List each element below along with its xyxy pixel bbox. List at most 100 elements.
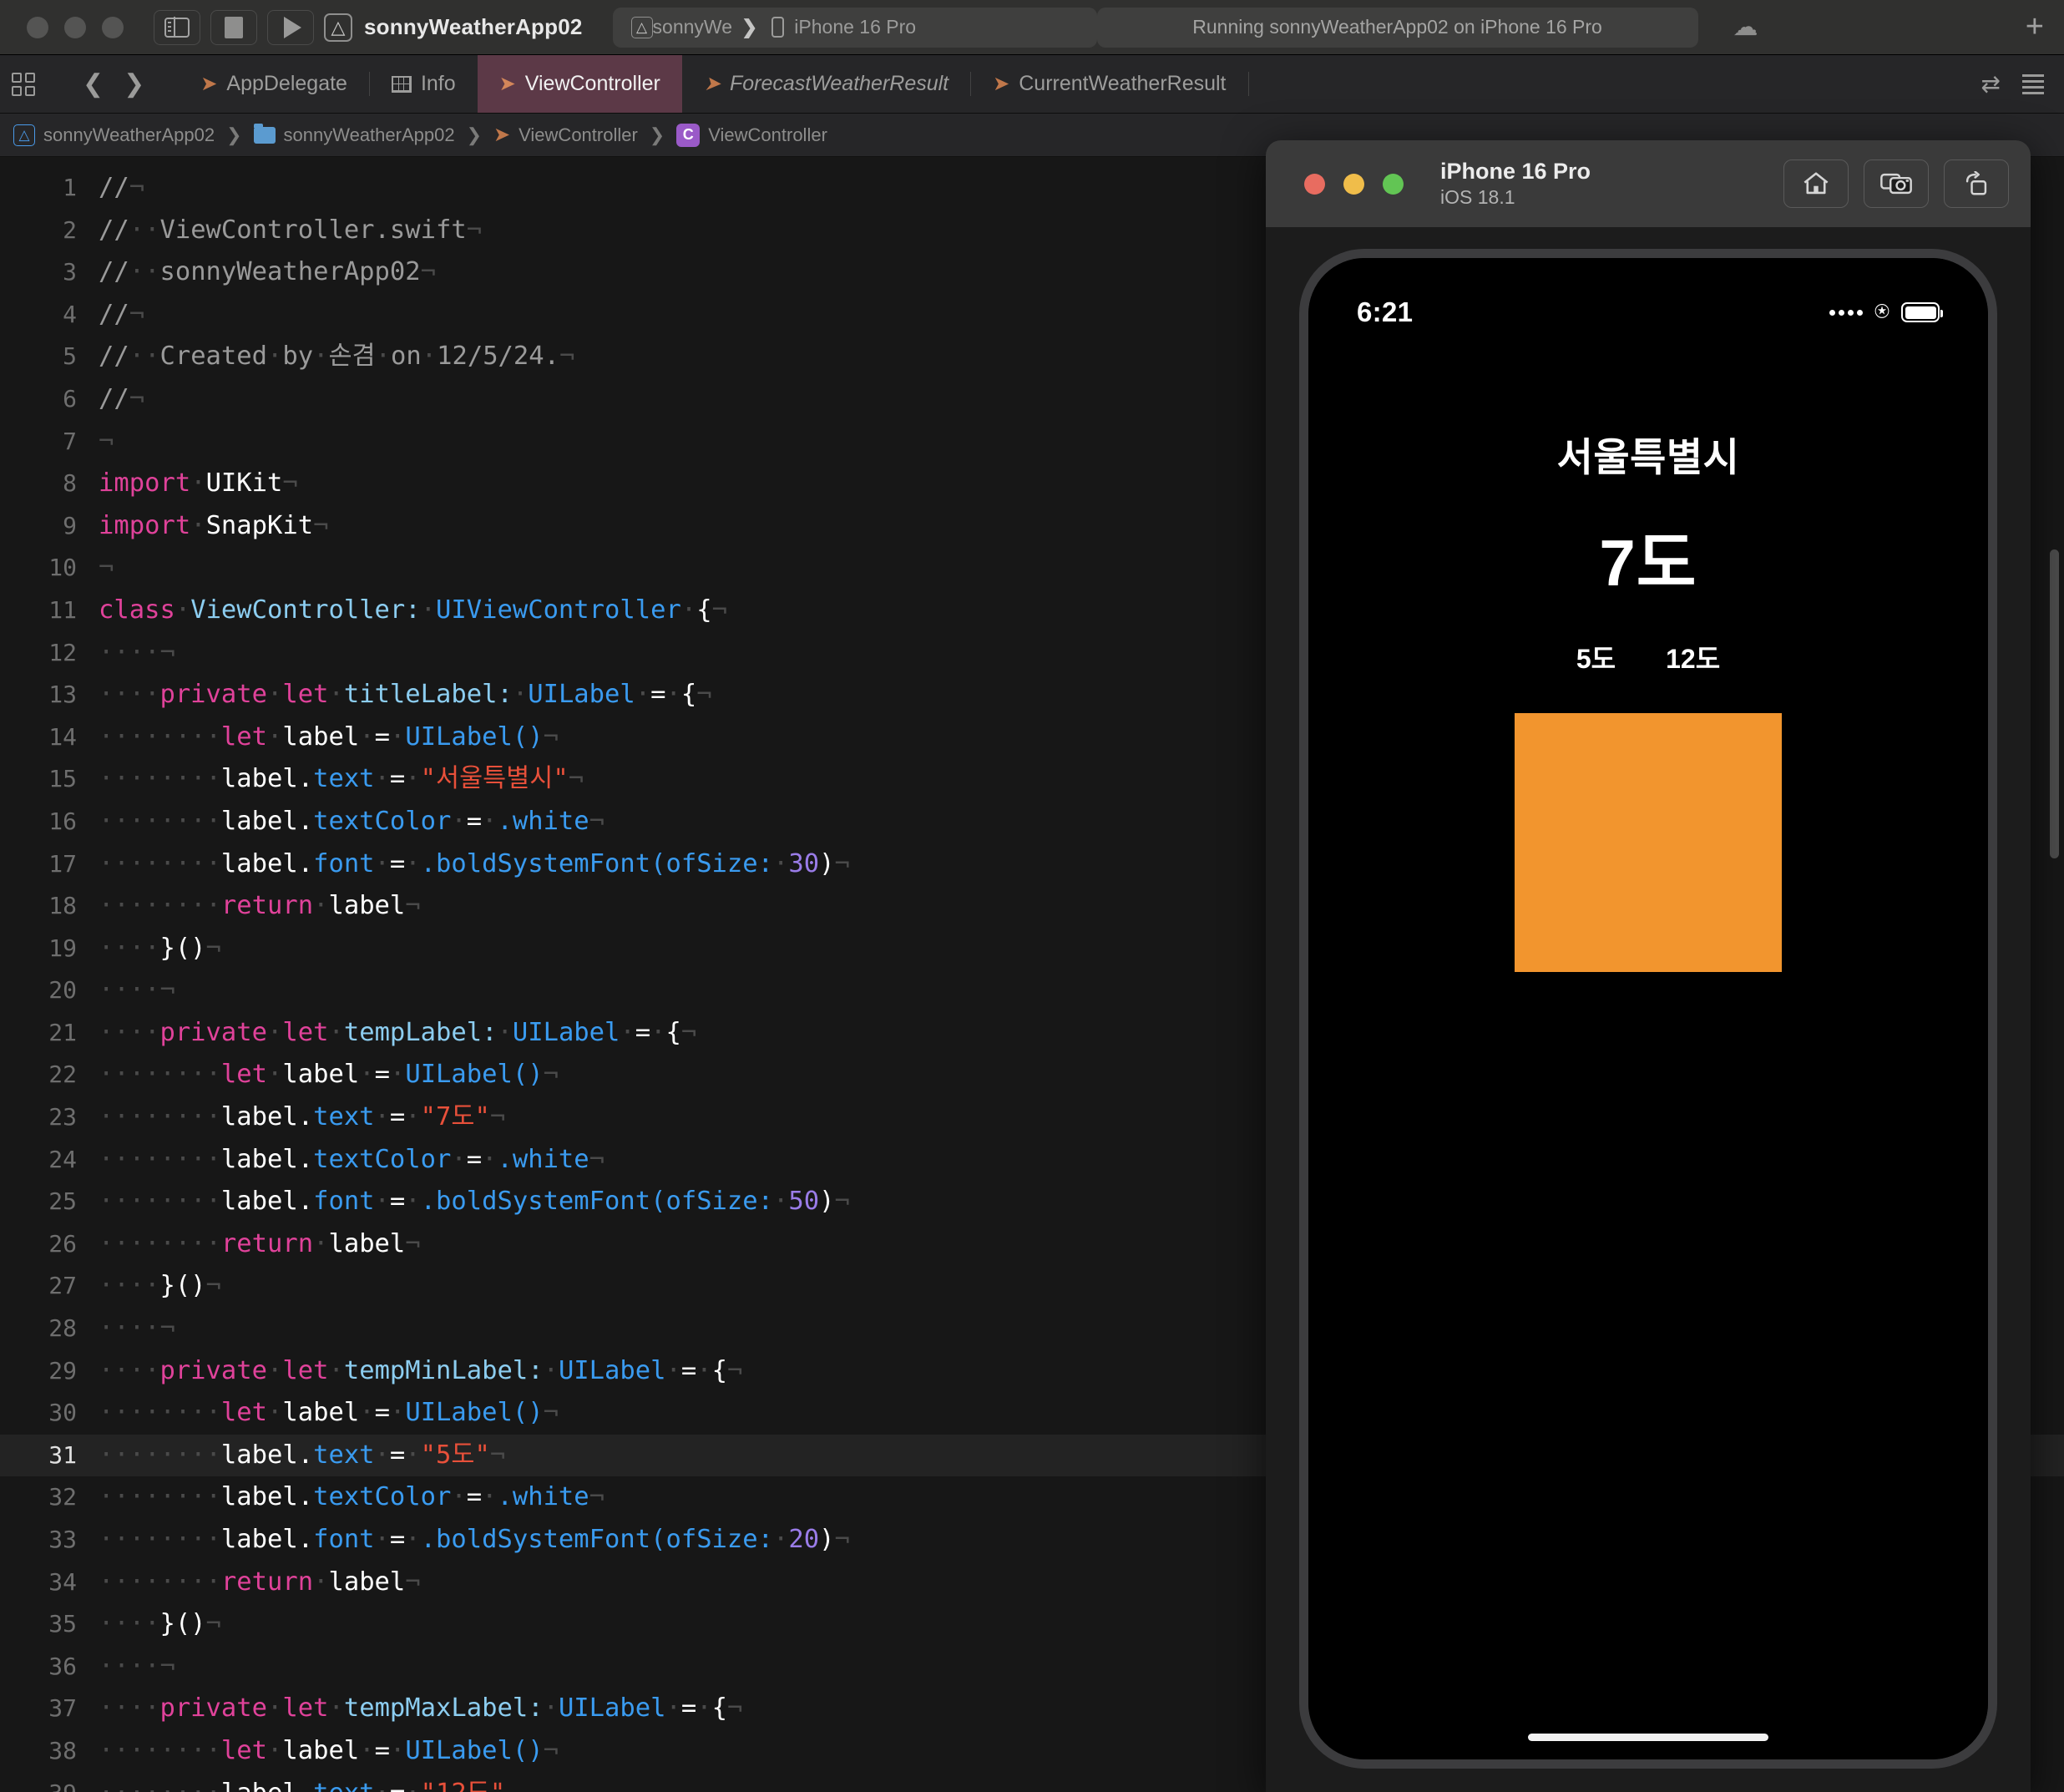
- simulator-device-area: 6:21 ⍟ 서울특별시 7도 5도 12도: [1266, 227, 2031, 1792]
- code-review-icon[interactable]: ⇄: [1981, 70, 2001, 98]
- navigate-forward-icon[interactable]: ❯: [114, 69, 154, 99]
- line-number: 29: [48, 1356, 77, 1384]
- line-number: 38: [48, 1736, 77, 1764]
- navigate-back-icon[interactable]: ❮: [73, 69, 114, 99]
- line-number: 2: [63, 215, 77, 244]
- line-number: 22: [48, 1061, 77, 1089]
- line-number: 34: [48, 1567, 77, 1596]
- iphone-screen[interactable]: 6:21 ⍟ 서울특별시 7도 5도 12도: [1308, 258, 1988, 1759]
- xcode-toolbar: △ sonnyWeatherApp02 △ sonnyWe ❯ iPhone 1…: [0, 0, 2064, 55]
- battery-icon: [1901, 302, 1943, 322]
- rotate-icon: [1965, 171, 1987, 195]
- line-number: 36: [48, 1652, 77, 1680]
- swift-file-icon: ➤: [498, 72, 516, 95]
- project-name-label: sonnyWeatherApp02: [364, 14, 583, 39]
- line-number: 17: [48, 849, 77, 878]
- breadcrumb-label: ViewController: [708, 124, 827, 145]
- simulator-minimize-button[interactable]: [1343, 173, 1364, 195]
- home-button[interactable]: [1783, 159, 1849, 208]
- line-number: 23: [48, 1103, 77, 1131]
- device-icon: [771, 17, 785, 38]
- cloud-icon[interactable]: ☁: [1733, 13, 1758, 42]
- line-number: 6: [63, 384, 77, 413]
- scrollbar-thumb[interactable]: [2050, 549, 2059, 858]
- swift-file-icon: ➤: [993, 72, 1010, 95]
- home-indicator[interactable]: [1528, 1734, 1768, 1741]
- weather-app-content: 서울특별시 7도 5도 12도: [1308, 338, 1988, 972]
- tab-label: Info: [420, 72, 456, 95]
- chevron-right-icon: ❯: [466, 124, 483, 145]
- run-button[interactable]: [267, 9, 314, 45]
- swift-file-icon: ➤: [200, 72, 218, 95]
- wifi-icon: ⍟: [1874, 298, 1889, 326]
- city-title-label: 서울특별시: [1556, 435, 1740, 479]
- weather-image-view: [1515, 713, 1782, 972]
- cellular-signal-icon: [1829, 309, 1863, 316]
- swift-file-icon: ➤: [493, 123, 511, 146]
- simulator-os-version: iOS 18.1: [1440, 186, 1515, 209]
- add-icon[interactable]: +: [2026, 9, 2049, 45]
- line-number: 27: [48, 1272, 77, 1300]
- activity-status-text: Running sonnyWeatherApp02 on iPhone 16 P…: [1192, 16, 1602, 38]
- line-number: 8: [63, 469, 77, 498]
- status-indicators: ⍟: [1829, 298, 1943, 326]
- simulator-window: iPhone 16 Pro iOS 18.1 6:21 ⍟ 서울특별시 7도 5…: [1266, 140, 2031, 1792]
- screenshot-button[interactable]: [1864, 159, 1929, 208]
- minimize-button[interactable]: [64, 16, 86, 38]
- minimap-icon[interactable]: [2022, 73, 2044, 94]
- tab-viewcontroller[interactable]: ➤ ViewController: [477, 55, 682, 113]
- tab-label: CurrentWeatherResult: [1019, 72, 1227, 95]
- breadcrumb-label: sonnyWeatherApp02: [283, 124, 455, 145]
- sidebar-toggle-button[interactable]: [154, 9, 200, 45]
- close-button[interactable]: [27, 16, 48, 38]
- line-number: 4: [63, 300, 77, 328]
- sidebar-icon: [164, 17, 190, 38]
- scheme-app-icon: △: [630, 16, 653, 38]
- line-number: 16: [48, 807, 77, 835]
- line-number: 37: [48, 1694, 77, 1723]
- line-number: 12: [48, 638, 77, 666]
- simulator-close-button[interactable]: [1304, 173, 1325, 195]
- line-number: 32: [48, 1483, 77, 1511]
- line-number: 33: [48, 1526, 77, 1553]
- breadcrumb-item-folder[interactable]: sonnyWeatherApp02: [253, 123, 455, 146]
- temp-min-label: 5도: [1576, 644, 1616, 674]
- line-number: 1: [63, 174, 77, 201]
- line-number: 26: [48, 1229, 77, 1258]
- chevron-right-icon: ❯: [741, 16, 758, 38]
- tab-currentweatherresult[interactable]: ➤ CurrentWeatherResult: [971, 55, 1247, 113]
- simulator-zoom-button[interactable]: [1383, 173, 1404, 195]
- breadcrumb-item-project[interactable]: △ sonnyWeatherApp02: [13, 124, 215, 146]
- line-number: 20: [48, 976, 77, 1005]
- line-number: 19: [48, 934, 77, 962]
- tabbar-right-controls: ⇄: [1981, 55, 2064, 113]
- chevron-right-icon: ❯: [226, 124, 242, 145]
- breadcrumb-item-symbol[interactable]: C ViewController: [676, 123, 827, 147]
- line-number: 15: [48, 765, 77, 793]
- breadcrumb-label: sonnyWeatherApp02: [43, 124, 215, 145]
- class-badge-icon: C: [676, 123, 701, 147]
- tab-overview-icon[interactable]: [12, 72, 35, 96]
- line-number: 31: [48, 1440, 77, 1469]
- rotate-button[interactable]: [1944, 159, 2009, 208]
- stop-button[interactable]: [210, 9, 257, 45]
- chevron-right-icon: ❯: [649, 124, 665, 145]
- current-temp-label: 7도: [1599, 526, 1697, 600]
- window-traffic-lights[interactable]: [27, 16, 124, 38]
- plist-file-icon: [391, 75, 412, 93]
- simulator-traffic-lights[interactable]: [1304, 173, 1404, 195]
- scheme-label: sonnyWe: [652, 16, 733, 38]
- status-time: 6:21: [1357, 296, 1414, 327]
- iphone-frame: 6:21 ⍟ 서울특별시 7도 5도 12도: [1299, 249, 1997, 1769]
- breadcrumb-item-file[interactable]: ➤ ViewController: [493, 124, 638, 146]
- line-number: 25: [48, 1187, 77, 1216]
- tab-forecastweatherresult[interactable]: ➤ ForecastWeatherResult: [682, 55, 970, 113]
- swift-file-icon: ➤: [703, 72, 721, 95]
- zoom-button[interactable]: [102, 16, 124, 38]
- tab-appdelegate[interactable]: ➤ AppDelegate: [179, 55, 369, 113]
- editor-scrollbar[interactable]: [2047, 157, 2061, 1792]
- ios-status-bar: 6:21 ⍟: [1308, 258, 1988, 338]
- tab-info[interactable]: Info: [370, 55, 478, 113]
- scheme-selector[interactable]: △ sonnyWe ❯ iPhone 16 Pro: [612, 7, 1097, 48]
- activity-status-field[interactable]: Running sonnyWeatherApp02 on iPhone 16 P…: [1096, 7, 1698, 48]
